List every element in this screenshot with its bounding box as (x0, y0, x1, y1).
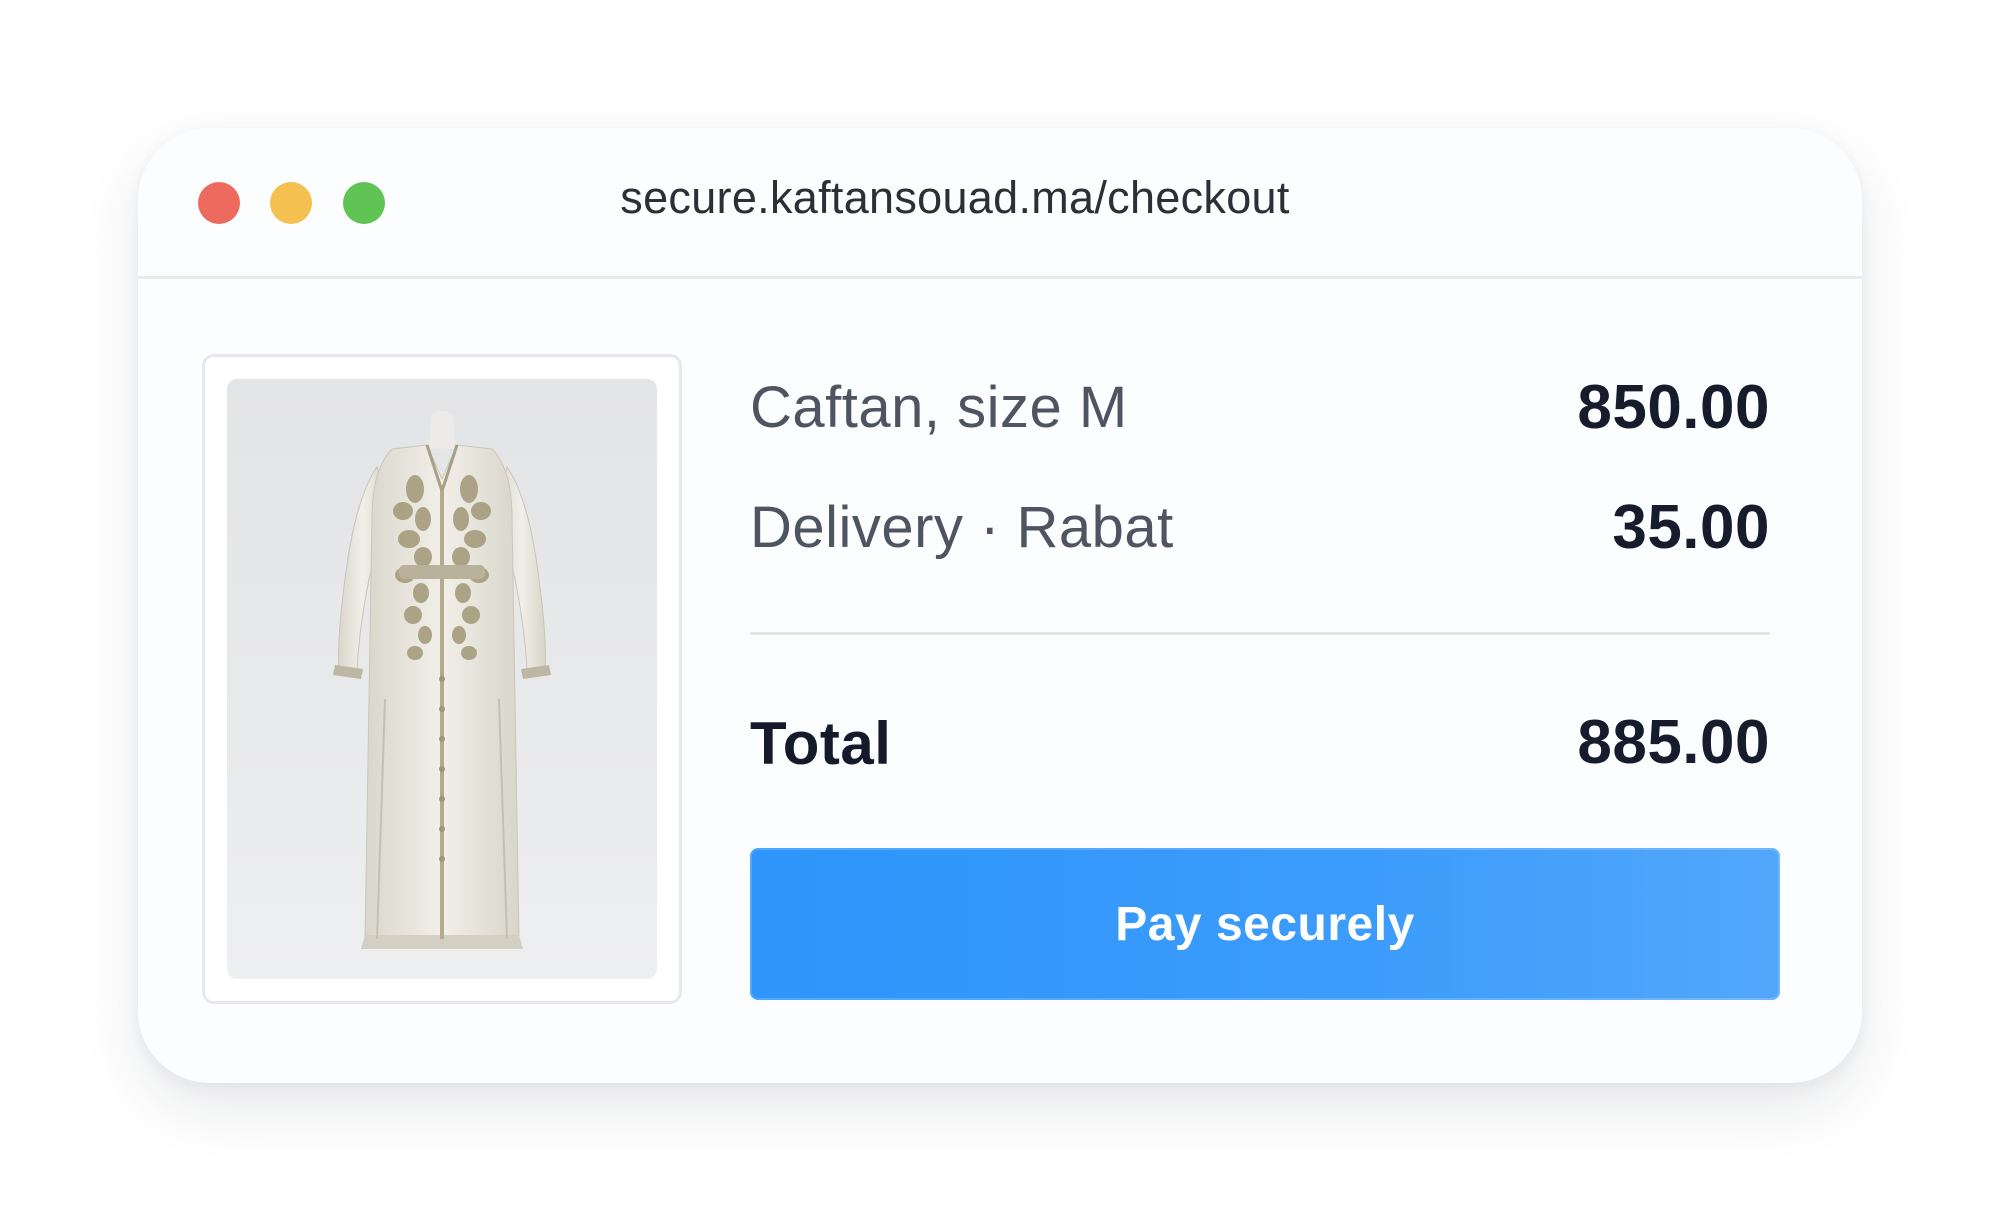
line-item-amount: 35.00 (1612, 493, 1770, 562)
product-photo (227, 379, 657, 979)
pay-securely-button[interactable]: Pay securely (750, 848, 1780, 1000)
line-item-delivery: Delivery · Rabat 35.00 (750, 493, 1780, 574)
line-item-amount: 850.00 (1577, 373, 1770, 442)
address-bar-url[interactable]: secure.kaftansouad.ma/checkout (138, 172, 1862, 224)
line-item-label: Delivery · Rabat (750, 495, 1174, 560)
line-item-caftan: Caftan, size M 850.00 (750, 373, 1780, 454)
line-item-label: Caftan, size M (750, 375, 1128, 440)
total-label: Total (750, 710, 892, 777)
total-amount: 885.00 (1577, 708, 1770, 777)
product-thumbnail-frame (202, 354, 682, 1004)
caftan-illustration (333, 411, 551, 949)
summary-divider (750, 632, 1770, 635)
browser-titlebar: secure.kaftansouad.ma/checkout (138, 128, 1862, 279)
total-row: Total 885.00 (750, 708, 1780, 789)
